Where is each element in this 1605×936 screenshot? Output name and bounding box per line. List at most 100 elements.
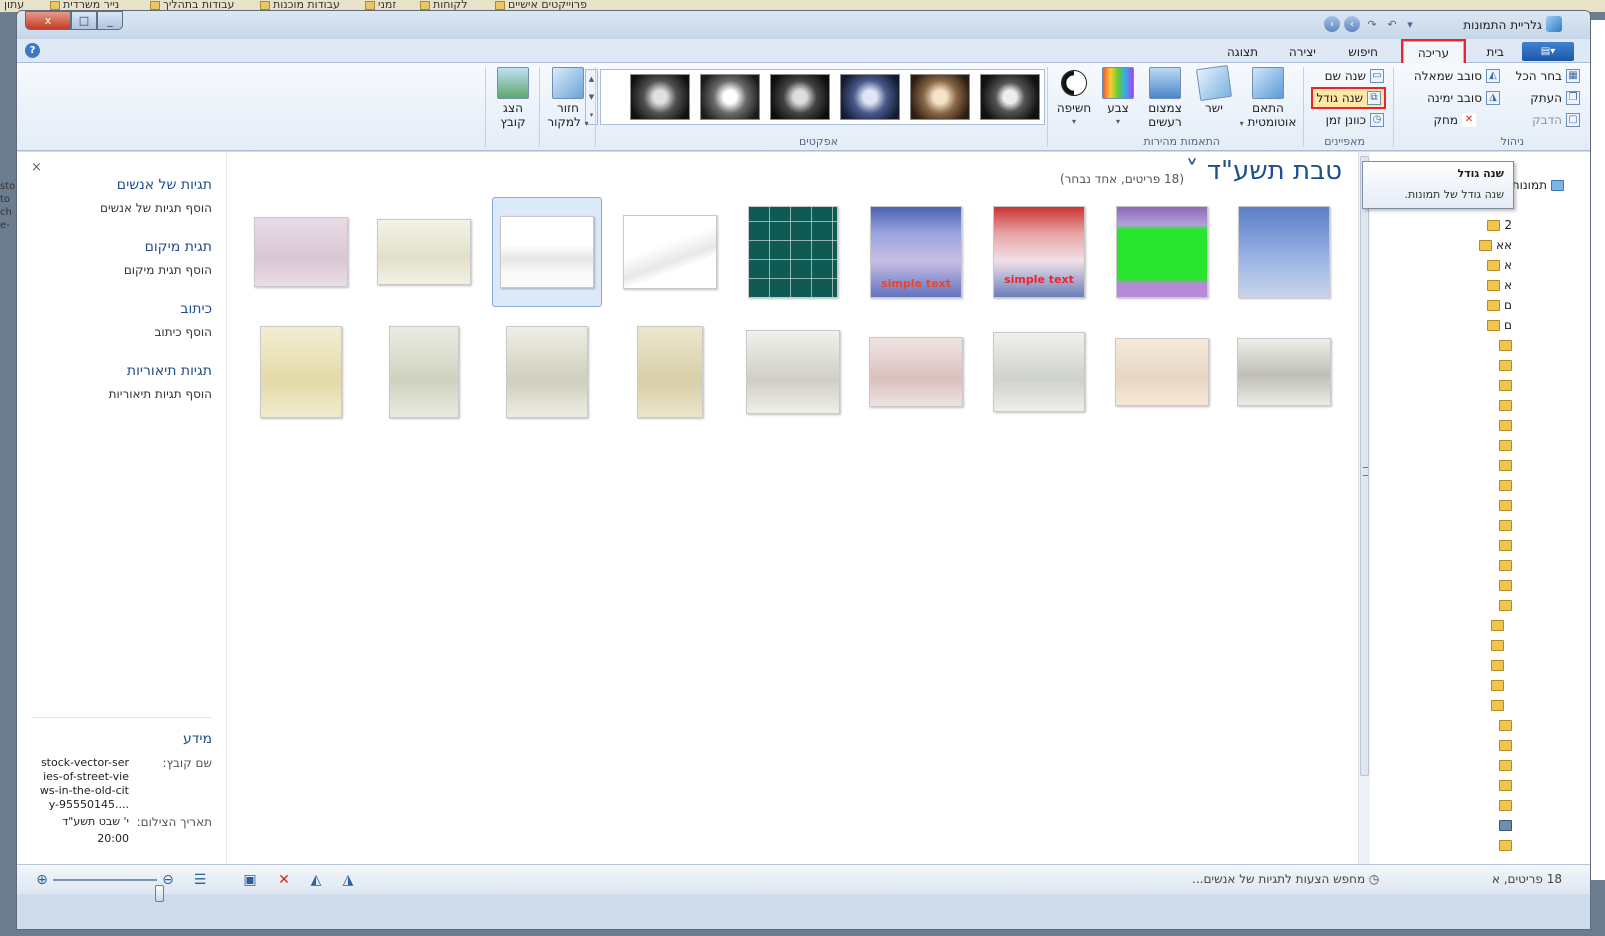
copy-button[interactable]: ❐ העתק (1530, 89, 1580, 107)
nav-folder[interactable] (1499, 356, 1512, 374)
rename-button[interactable]: ▭ שנה שם (1325, 67, 1384, 85)
adjust-time-button[interactable]: ◷ כוונן זמן (1326, 111, 1384, 129)
effect-thumbnail[interactable] (840, 74, 900, 120)
resize-button[interactable]: ⧉ שנה גודל (1311, 87, 1386, 109)
rotate-left-icon[interactable]: ◭ (307, 871, 325, 889)
add-caption-link[interactable]: הוסף כיתוב (154, 325, 212, 339)
nav-folder[interactable] (1491, 696, 1504, 714)
nav-folder[interactable] (1499, 576, 1512, 594)
photo-thumbnail-selected[interactable] (492, 197, 602, 307)
zoom-out-icon[interactable]: ⊖ (159, 871, 177, 889)
photo-thumbnail[interactable] (738, 317, 848, 427)
nav-folder[interactable] (1499, 716, 1512, 734)
nav-folder[interactable] (1499, 336, 1512, 354)
nav-folder[interactable] (1499, 556, 1512, 574)
nav-folder[interactable]: א (1486, 276, 1512, 294)
back-icon[interactable]: ‹ (1344, 16, 1360, 32)
nav-folder[interactable] (1499, 776, 1512, 794)
photo-thumbnail[interactable]: simple text (984, 197, 1094, 307)
delete-button[interactable]: ✕ מחק (1433, 111, 1476, 129)
scrollbar-thumb[interactable] (1360, 156, 1369, 776)
tab-view[interactable]: תצוגה (1213, 41, 1272, 63)
photo-thumbnail[interactable] (492, 317, 602, 427)
nav-folder[interactable] (1499, 476, 1512, 494)
collapse-chevron-icon[interactable]: ˅ (1186, 156, 1207, 186)
nav-folder[interactable]: ם (1487, 316, 1512, 334)
tab-home[interactable]: בית (1472, 41, 1518, 63)
effect-thumbnail[interactable] (700, 74, 760, 120)
customize-toolbar-icon[interactable]: ▾ (1402, 16, 1418, 32)
photo-thumbnail[interactable] (1229, 197, 1339, 307)
photo-thumbnail[interactable] (738, 197, 848, 307)
photo-thumbnail[interactable] (984, 317, 1094, 427)
close-window-button[interactable]: x (25, 11, 71, 30)
nav-item-pictures[interactable]: תמונות (1512, 176, 1564, 194)
photo-thumbnail[interactable] (246, 317, 356, 427)
color-button[interactable]: צבע ▾ (1098, 67, 1138, 129)
undo-icon[interactable]: ↶ (1384, 16, 1400, 32)
straighten-button[interactable]: ישר (1194, 64, 1234, 115)
close-pane-icon[interactable]: × (31, 160, 42, 175)
tab-create[interactable]: יצירה (1275, 41, 1330, 63)
photo-thumbnail[interactable] (615, 317, 725, 427)
photo-thumbnail[interactable] (861, 317, 971, 427)
help-icon[interactable]: ? (25, 43, 40, 58)
redo-icon[interactable]: ↷ (1364, 16, 1380, 32)
reduce-noise-button[interactable]: צמצום רעשים (1140, 67, 1190, 129)
photo-thumbnail[interactable]: simple text (861, 197, 971, 307)
nav-folder[interactable] (1499, 376, 1512, 394)
gallery-scrollbar[interactable] (1358, 152, 1370, 864)
nav-folder[interactable] (1491, 616, 1504, 634)
nav-folder[interactable] (1499, 836, 1512, 854)
photo-thumbnail[interactable] (1107, 197, 1217, 307)
nav-folder[interactable]: א (1486, 256, 1512, 274)
nav-folder[interactable] (1499, 416, 1512, 434)
nav-folder[interactable] (1499, 736, 1512, 754)
delete-icon[interactable]: ✕ (275, 871, 293, 889)
details-view-icon[interactable]: ☰ (191, 871, 209, 889)
add-descriptive-tags-link[interactable]: הוסף תגיות תיאוריות (109, 387, 212, 401)
nav-folder[interactable] (1499, 456, 1512, 474)
effect-thumbnail[interactable] (910, 74, 970, 120)
nav-folder[interactable] (1491, 656, 1504, 674)
photo-thumbnail[interactable] (246, 197, 356, 307)
nav-folder[interactable] (1499, 596, 1512, 614)
rotate-right-button[interactable]: ◮ סובב ימינה (1427, 89, 1500, 107)
rotate-left-button[interactable]: ◭ סובב שמאלה (1414, 67, 1500, 85)
forward-icon[interactable]: › (1324, 16, 1340, 32)
minimize-button[interactable]: _ (97, 11, 123, 30)
nav-folder[interactable] (1499, 516, 1512, 534)
nav-folder[interactable]: 2 (1487, 216, 1512, 234)
nav-folder[interactable]: ם (1487, 296, 1512, 314)
nav-folder[interactable] (1499, 796, 1512, 814)
add-people-tags-link[interactable]: הוסף תגיות של אנשים (100, 201, 212, 215)
photo-thumbnail[interactable] (615, 197, 725, 307)
nav-folder[interactable] (1499, 436, 1512, 454)
effect-thumbnail[interactable] (980, 74, 1040, 120)
tab-search[interactable]: חיפוש (1334, 41, 1392, 63)
nav-folder[interactable]: אא (1478, 236, 1512, 254)
photo-thumbnail[interactable] (369, 197, 479, 307)
zoom-in-icon[interactable]: ⊕ (33, 871, 51, 889)
effect-thumbnail[interactable] (630, 74, 690, 120)
nav-folder[interactable] (1499, 756, 1512, 774)
rotate-right-icon[interactable]: ◮ (339, 871, 357, 889)
file-menu-button[interactable]: ▤ ▾ (1522, 42, 1574, 61)
effect-thumbnail[interactable] (770, 74, 830, 120)
photo-thumbnail[interactable] (369, 317, 479, 427)
photo-thumbnail[interactable] (1229, 317, 1339, 427)
time-taken-value[interactable]: 20:00 (39, 832, 129, 846)
photo-thumbnail[interactable] (1107, 317, 1217, 427)
tab-edit[interactable]: עריכה (1400, 39, 1467, 65)
auto-adjust-button[interactable]: התאם אוטומטית ▾ (1238, 67, 1298, 131)
select-all-button[interactable]: ▦ בחר הכל (1516, 67, 1580, 85)
nav-folder[interactable] (1499, 536, 1512, 554)
nav-folder[interactable] (1491, 676, 1504, 694)
date-taken-value[interactable]: י' שבט תשע"ד (39, 815, 129, 829)
nav-folder[interactable] (1491, 636, 1504, 654)
paste-button[interactable]: ▢ הדבק (1532, 111, 1580, 129)
exposure-button[interactable]: חשיפה ▾ (1052, 67, 1096, 129)
revert-to-original-button[interactable]: חזור ▾ למקור (545, 67, 591, 131)
add-location-tag-link[interactable]: הוסף תגית מיקום (124, 263, 212, 277)
zoom-slider[interactable] (53, 879, 164, 902)
